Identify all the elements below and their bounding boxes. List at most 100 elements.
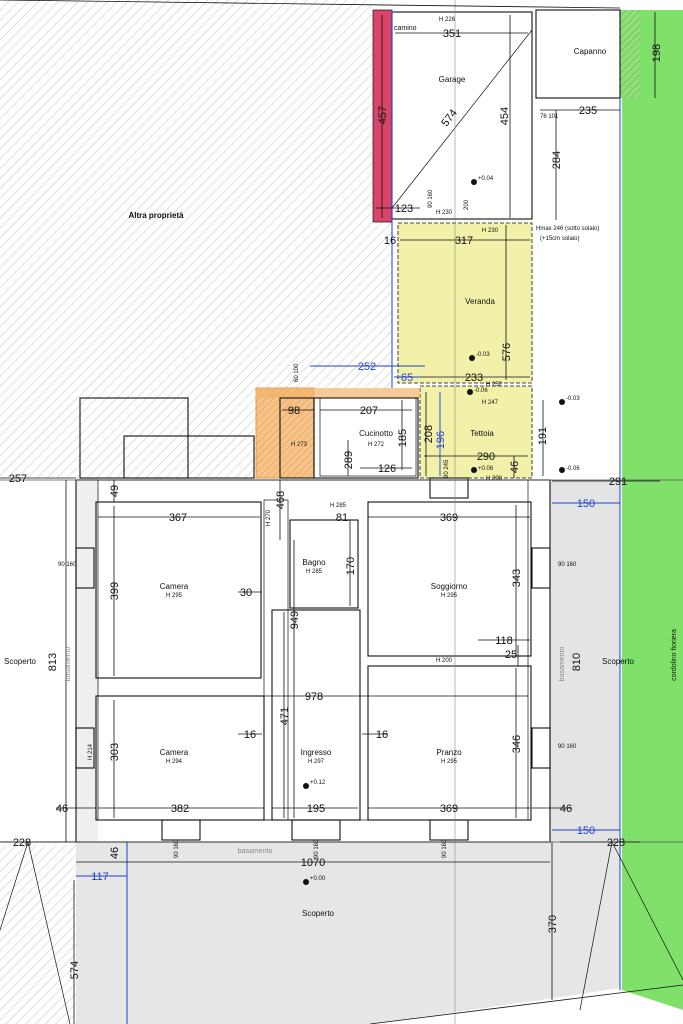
window-w2: 90 160 [558,562,577,568]
dim-16a: 16 [384,235,396,247]
dim-117: 117 [91,871,109,883]
dim-46a: 46 [509,461,521,473]
dim-185: 185 [397,429,409,447]
dim-208: 208 [423,425,435,443]
base-strip-left [76,478,98,842]
dim-369b: 369 [440,803,458,815]
room-name-camera-2: Camera [160,748,189,757]
level-7: +0.12 [310,780,326,786]
room-name-camera-1: Camera [160,582,189,591]
dim-810: 810 [571,653,583,671]
label-basamento-right: basamento [559,647,566,682]
label-scoperto-left: Scoperto [4,657,37,666]
room-name-garage: Garage [439,75,466,84]
room-name-pranzo: Pranzo [436,748,462,757]
dim-468: 468 [275,491,287,509]
dim-949: 949 [289,611,301,629]
dim-457: 457 [377,106,389,124]
dim-46b: 46 [56,803,68,815]
floor-plan: Altra proprietà Scoperto Scoperto Scoper… [0,0,683,1024]
dim-346: 346 [511,735,523,753]
room-name-soggiorno: Soggiorno [431,582,468,591]
level-1: +0.04 [478,176,494,182]
label-camino: camino [394,25,417,32]
room-h-cucinotto: H 272 [368,442,385,448]
room-h-bagno: H 285 [306,569,323,575]
dim-16c: 16 [376,729,388,741]
height-h214: H 214 [88,743,94,760]
dim-343: 343 [511,569,523,587]
height-h200: H 200 [436,658,453,664]
dim-252: 252 [358,361,376,373]
dim-30: 30 [240,587,252,599]
room-name-cucinotto: Cucinotto [359,429,393,438]
dim-303: 303 [109,743,121,761]
dim-126: 126 [378,463,396,475]
lower-left-hatch [0,845,76,1024]
dim-454: 454 [499,107,511,125]
dim-290: 290 [477,451,495,463]
dim-978: 978 [305,691,323,703]
room-name-tettoia: Tettoia [470,429,494,438]
label-scoperto-right: Scoperto [602,657,635,666]
dim-257: 257 [9,473,27,485]
dim-25: 25 [505,649,517,661]
height-h290: H 290 [486,476,503,482]
dim-195: 195 [307,803,325,815]
window-w10: 90 245 [444,459,450,478]
room-name-ingresso: Ingresso [301,748,332,757]
room-h-ingresso: H 297 [308,759,325,765]
window-w6: 90 160 [314,839,320,858]
height-h285b: H 285 [330,503,347,509]
dim-49: 49 [109,485,121,497]
planter-hatch [620,10,640,98]
level-8: +0.00 [310,876,326,882]
level-4: -0.06 [474,388,488,394]
dim-198: 198 [651,44,663,62]
level-5: +0.06 [478,466,494,472]
label-cordolino: cordolino fioriera [671,629,678,681]
label-basamento-left: basamento [65,647,72,682]
dim-370: 370 [547,915,559,933]
dim-291: 291 [609,476,627,488]
room-name-bagno: Bagno [302,558,326,567]
room-soggiorno [367,501,532,657]
dim-16b: 16 [244,729,256,741]
dim-574b: 574 [69,961,81,979]
height-h252: H 252 [486,382,503,388]
window-w7: 90 160 [428,189,434,208]
window-w1: 90 160 [58,562,77,568]
dim-228b: 228 [607,837,625,849]
dim-235: 235 [579,105,597,117]
dim-382: 382 [171,803,189,815]
dim-46c: 46 [560,803,572,815]
window-w4: 90 160 [174,839,180,858]
label-scoperto-bottom: Scoperto [302,909,335,918]
annex-orange [255,387,315,479]
dim-170: 170 [345,557,357,575]
dim-576: 576 [501,343,513,361]
room-h-garage: H 226 [439,17,456,23]
house-outer [75,479,551,843]
other-property-area [0,0,392,478]
dim-367: 367 [169,512,187,524]
label-basamento-bottom: basamento [238,848,273,855]
room-name-capanno: Capanno [574,47,607,56]
window-w3: 90 160 [558,744,577,750]
dim-284: 284 [551,151,563,169]
dim-191: 191 [537,427,549,445]
level-2: -0.03 [476,352,490,358]
height-h247: H 247 [482,400,499,406]
annex-orange-top [256,388,420,398]
window-w9: 60 100 [294,363,300,382]
dim-65: 65 [401,372,413,384]
garage-box [391,11,533,220]
label-altra-proprieta: Altra proprietà [128,211,184,220]
room-h-ripostiglio: H 273 [291,442,308,448]
dim-123: 123 [395,203,413,215]
dim-369a: 369 [440,512,458,524]
planter-green [622,10,683,1010]
dim-150b: 150 [577,825,595,837]
height-hmax: Hmax 246 (sotto solaio) [536,226,599,232]
dim-351: 351 [443,28,461,40]
